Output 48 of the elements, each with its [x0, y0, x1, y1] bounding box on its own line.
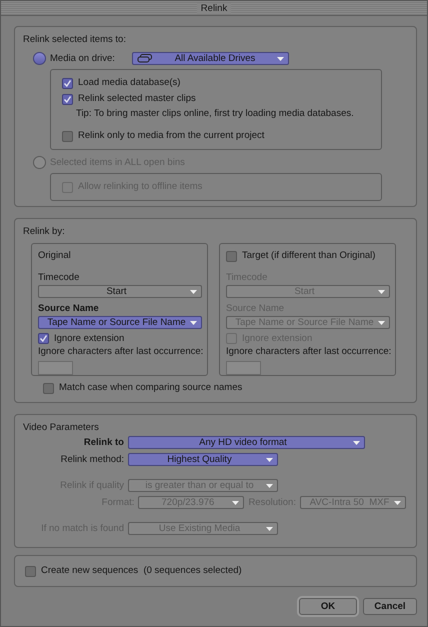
caret-icon	[378, 290, 385, 294]
caret-icon	[190, 290, 197, 294]
checkbox-label: Target (if different than Original)	[242, 250, 376, 262]
field-label: Ignore characters after last occurrence:	[38, 346, 204, 358]
caret-icon	[266, 458, 273, 462]
dropdown[interactable]: Any HD video format	[128, 436, 365, 449]
checkbox[interactable]	[62, 78, 73, 88]
caret-icon	[232, 500, 240, 504]
caret-icon	[394, 500, 401, 504]
input-field[interactable]	[38, 361, 73, 375]
field-label: Relink to	[82, 436, 125, 448]
checkbox-label: Create new sequences (0 sequences selected)	[41, 565, 242, 577]
caret-icon	[277, 56, 284, 60]
checkbox[interactable]	[62, 94, 73, 104]
caret-icon	[266, 484, 273, 488]
dropdown[interactable]: Highest Quality	[128, 453, 278, 466]
tip-text: Tip: To bring master clips online, first try loading media databases.	[76, 108, 354, 119]
caret-icon	[266, 526, 273, 530]
radio-button[interactable]	[33, 52, 46, 65]
field-label: Timecode	[38, 272, 80, 284]
section-heading: Relink selected items to:	[23, 34, 127, 46]
ok-button[interactable]: OK	[299, 598, 357, 615]
cancel-button[interactable]: Cancel	[363, 598, 417, 615]
source-name-dropdown[interactable]: Tape Name or Source File Name	[38, 316, 202, 329]
checkbox[interactable]	[38, 333, 49, 344]
section-heading: Relink by:	[23, 226, 66, 238]
checkbox-label: Match case when comparing source names	[59, 382, 242, 394]
checkbox-label: Load media database(s)	[78, 77, 180, 89]
radio-label: Media on drive:	[50, 52, 116, 64]
drives-icon	[137, 54, 153, 63]
field-label: Ignore characters after last occurrence:	[226, 346, 392, 358]
window-title: Relink	[196, 2, 232, 14]
checkbox[interactable]	[62, 130, 73, 142]
checkbox[interactable]	[25, 566, 36, 576]
drive-dropdown[interactable]: All Available Drives	[132, 52, 289, 65]
caret-icon	[190, 320, 197, 324]
section-heading: Video Parameters	[23, 422, 100, 434]
field-label: Source Name	[38, 303, 99, 315]
input-field[interactable]	[226, 361, 261, 375]
timecode-dropdown[interactable]: Start	[38, 285, 202, 298]
checkbox[interactable]	[43, 382, 54, 394]
group-title: Original	[38, 250, 71, 262]
field-label: Relink method:	[60, 454, 125, 466]
checkbox-label: Ignore extension	[54, 332, 124, 345]
checkbox-label: Relink selected master clips	[78, 93, 196, 105]
checkbox-label: Relink only to media from the current project	[78, 130, 264, 142]
caret-icon	[353, 440, 360, 444]
caret-icon	[378, 320, 385, 324]
